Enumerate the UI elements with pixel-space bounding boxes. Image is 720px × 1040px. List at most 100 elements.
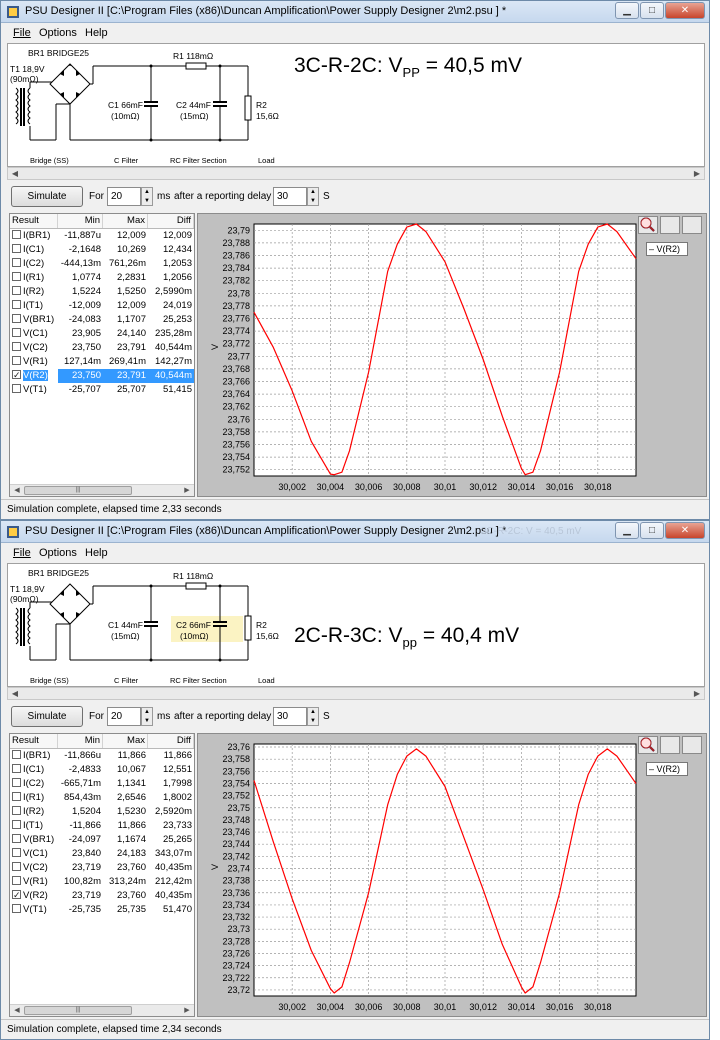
result-checkbox[interactable] bbox=[12, 258, 21, 267]
result-checkbox[interactable] bbox=[12, 792, 21, 801]
result-checkbox[interactable] bbox=[12, 328, 21, 337]
zoom-out-icon[interactable] bbox=[640, 736, 680, 754]
min-cell: -2,1648 bbox=[68, 244, 101, 255]
delay-spinner[interactable]: ▲ ▼ bbox=[307, 187, 319, 206]
col-result[interactable]: Result bbox=[10, 214, 58, 228]
close-button[interactable]: ✕ bbox=[665, 522, 705, 539]
menu-options[interactable]: Options bbox=[39, 27, 77, 39]
col-min[interactable]: Min bbox=[58, 734, 103, 748]
table-row[interactable]: I(R1) 854,43m 2,6546 1,8002 bbox=[10, 791, 194, 805]
table-row[interactable]: I(R2) 1,5204 1,5230 2,5920m bbox=[10, 805, 194, 819]
table-row[interactable]: V(BR1) -24,083 1,1707 25,253 bbox=[10, 313, 194, 327]
result-checkbox[interactable] bbox=[12, 384, 21, 393]
result-checkbox[interactable] bbox=[12, 848, 21, 857]
col-result[interactable]: Result bbox=[10, 734, 58, 748]
table-row[interactable]: V(R2) 23,719 23,760 40,435m bbox=[10, 889, 194, 903]
duration-spinner[interactable]: ▲ ▼ bbox=[141, 187, 153, 206]
result-checkbox[interactable] bbox=[12, 286, 21, 295]
menu-options[interactable]: Options bbox=[39, 547, 77, 559]
table-row[interactable]: I(C2) -665,71m 1,1341 1,7998 bbox=[10, 777, 194, 791]
scroll-right-arrow[interactable]: ▶ bbox=[181, 1005, 193, 1016]
col-min[interactable]: Min bbox=[58, 214, 103, 228]
scroll-left-arrow[interactable]: ◀ bbox=[9, 168, 21, 179]
table-scrollbar[interactable]: ◀ ||| ▶ bbox=[10, 484, 194, 496]
maximize-button[interactable]: □ bbox=[640, 2, 664, 19]
result-checkbox[interactable] bbox=[12, 904, 21, 913]
schematic-scrollbar[interactable]: ◀ ▶ bbox=[7, 687, 705, 700]
result-checkbox[interactable] bbox=[12, 356, 21, 365]
table-row[interactable]: I(R2) 1,5224 1,5250 2,5990m bbox=[10, 285, 194, 299]
scroll-left-arrow[interactable]: ◀ bbox=[9, 688, 21, 699]
result-checkbox[interactable] bbox=[12, 806, 21, 815]
scroll-left-arrow[interactable]: ◀ bbox=[11, 485, 23, 496]
result-checkbox[interactable] bbox=[12, 820, 21, 829]
zoom-reset-icon[interactable] bbox=[640, 216, 702, 234]
col-max[interactable]: Max bbox=[103, 214, 148, 228]
table-row[interactable]: V(BR1) -24,097 1,1674 25,265 bbox=[10, 833, 194, 847]
delay-input[interactable]: 30 bbox=[273, 187, 307, 206]
close-button[interactable]: ✕ bbox=[665, 2, 705, 19]
col-diff[interactable]: Diff bbox=[148, 214, 194, 228]
scroll-left-arrow[interactable]: ◀ bbox=[11, 1005, 23, 1016]
result-checkbox[interactable] bbox=[12, 834, 21, 843]
simulate-button[interactable]: Simulate bbox=[11, 706, 83, 727]
table-row[interactable]: V(C1) 23,905 24,140 235,28m bbox=[10, 327, 194, 341]
table-row[interactable]: I(C1) -2,1648 10,269 12,434 bbox=[10, 243, 194, 257]
delay-spinner[interactable]: ▲ ▼ bbox=[307, 707, 319, 726]
result-checkbox[interactable] bbox=[12, 764, 21, 773]
result-checkbox[interactable] bbox=[12, 342, 21, 351]
table-row[interactable]: I(C1) -2,4833 10,067 12,551 bbox=[10, 763, 194, 777]
table-row[interactable]: I(T1) -12,009 12,009 24,019 bbox=[10, 299, 194, 313]
col-max[interactable]: Max bbox=[103, 734, 148, 748]
x-tick-label: 30,006 bbox=[355, 1002, 383, 1012]
menu-file[interactable]: File bbox=[13, 27, 31, 39]
scroll-right-arrow[interactable]: ▶ bbox=[691, 168, 703, 179]
menu-help[interactable]: Help bbox=[85, 27, 108, 39]
maximize-button[interactable]: □ bbox=[640, 522, 664, 539]
scroll-thumb[interactable]: ||| bbox=[24, 486, 132, 495]
result-checkbox[interactable] bbox=[12, 876, 21, 885]
table-row[interactable]: V(R1) 127,14m 269,41m 142,27m bbox=[10, 355, 194, 369]
result-checkbox[interactable] bbox=[12, 889, 21, 902]
table-row[interactable]: V(T1) -25,707 25,707 51,415 bbox=[10, 383, 194, 397]
result-cell: I(T1) bbox=[10, 299, 58, 313]
result-checkbox[interactable] bbox=[12, 369, 21, 382]
result-checkbox[interactable] bbox=[12, 230, 21, 239]
table-row[interactable]: I(BR1) -11,887u 12,009 12,009 bbox=[10, 229, 194, 243]
table-row[interactable]: V(C1) 23,840 24,183 343,07m bbox=[10, 847, 194, 861]
table-scrollbar[interactable]: ◀ ||| ▶ bbox=[10, 1004, 194, 1016]
table-row[interactable]: I(BR1) -11,866u 11,866 11,866 bbox=[10, 749, 194, 763]
result-checkbox[interactable] bbox=[12, 300, 21, 309]
menu-file[interactable]: File bbox=[13, 547, 31, 559]
result-checkbox[interactable] bbox=[12, 314, 21, 323]
result-checkbox[interactable] bbox=[12, 862, 21, 871]
delay-input[interactable]: 30 bbox=[273, 707, 307, 726]
duration-input[interactable]: 20 bbox=[107, 707, 141, 726]
table-row[interactable]: V(C2) 23,750 23,791 40,544m bbox=[10, 341, 194, 355]
scroll-right-arrow[interactable]: ▶ bbox=[181, 485, 193, 496]
duration-spinner[interactable]: ▲ ▼ bbox=[141, 707, 153, 726]
minimize-button[interactable]: ▁ bbox=[615, 2, 639, 19]
table-row[interactable]: I(C2) -444,13m 761,26m 1,2053 bbox=[10, 257, 194, 271]
zoom-out-icon[interactable] bbox=[640, 216, 680, 234]
scroll-thumb[interactable]: ||| bbox=[24, 1006, 132, 1015]
result-checkbox[interactable] bbox=[12, 778, 21, 787]
result-checkbox[interactable] bbox=[12, 272, 21, 281]
table-row[interactable]: I(T1) -11,866 11,866 23,733 bbox=[10, 819, 194, 833]
table-row[interactable]: V(T1) -25,735 25,735 51,470 bbox=[10, 903, 194, 917]
col-diff[interactable]: Diff bbox=[148, 734, 194, 748]
schematic-scrollbar[interactable]: ◀ ▶ bbox=[7, 167, 705, 180]
duration-input[interactable]: 20 bbox=[107, 187, 141, 206]
zoom-reset-icon[interactable] bbox=[640, 736, 702, 754]
table-row[interactable]: V(R1) 100,82m 313,24m 212,42m bbox=[10, 875, 194, 889]
menu-help[interactable]: Help bbox=[85, 547, 108, 559]
minimize-button[interactable]: ▁ bbox=[615, 522, 639, 539]
table-row[interactable]: V(C2) 23,719 23,760 40,435m bbox=[10, 861, 194, 875]
scroll-right-arrow[interactable]: ▶ bbox=[691, 688, 703, 699]
result-checkbox[interactable] bbox=[12, 244, 21, 253]
simulate-button[interactable]: Simulate bbox=[11, 186, 83, 207]
table-row[interactable]: V(R2) 23,75023,79140,544m bbox=[10, 369, 194, 383]
table-row[interactable]: I(R1) 1,0774 2,2831 1,2056 bbox=[10, 271, 194, 285]
result-checkbox[interactable] bbox=[12, 750, 21, 759]
result-label: I(R2) bbox=[23, 806, 45, 817]
